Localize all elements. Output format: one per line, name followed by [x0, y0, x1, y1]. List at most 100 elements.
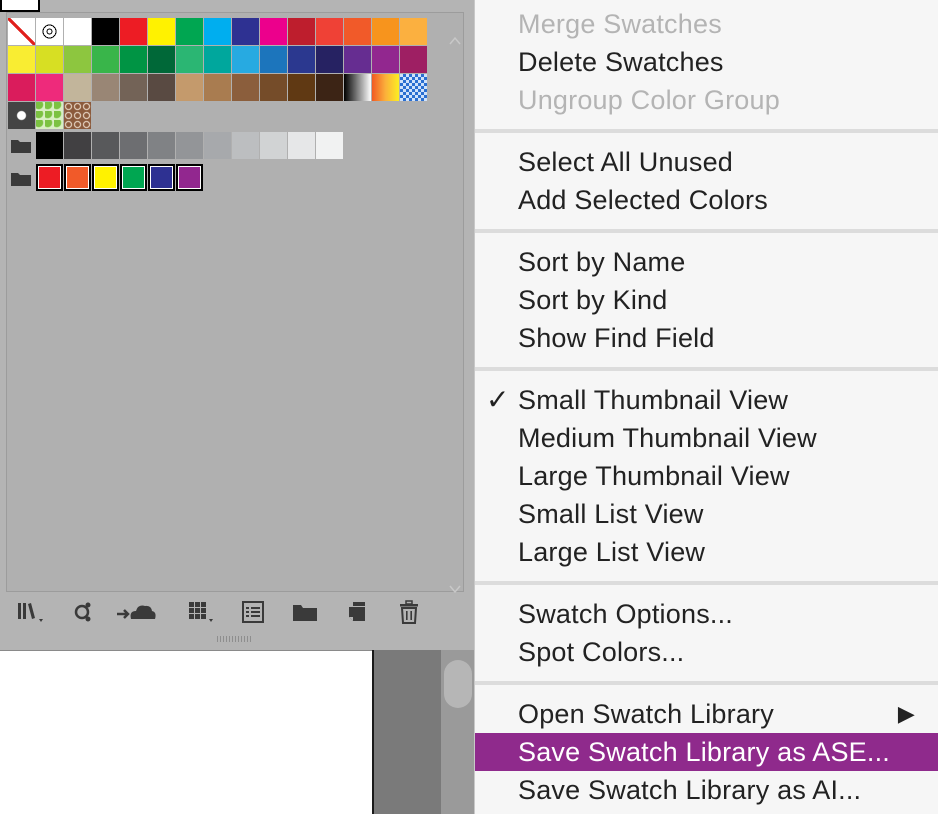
swatch-libraries-menu-icon[interactable] — [14, 598, 50, 626]
swatch-cell[interactable] — [64, 102, 91, 129]
color-group-swatch[interactable] — [64, 164, 91, 191]
menu-separator — [475, 681, 938, 685]
swatch-cell[interactable] — [120, 18, 147, 45]
swatch-cell[interactable] — [260, 46, 287, 73]
swatch-cell[interactable] — [64, 46, 91, 73]
swatch-options-grid-icon[interactable] — [184, 598, 220, 626]
gray-group-swatch[interactable] — [260, 132, 287, 159]
menu-item-large-list-view[interactable]: Large List View — [475, 533, 938, 571]
swatches-toolbar — [0, 596, 474, 632]
show-swatch-list-icon[interactable] — [238, 598, 268, 626]
gray-group-swatch[interactable] — [92, 132, 119, 159]
menu-item-show-find-field[interactable]: Show Find Field — [475, 319, 938, 357]
color-group-folder-icon[interactable] — [10, 138, 32, 154]
swatch-cell[interactable] — [36, 18, 63, 45]
add-to-cc-library-icon[interactable] — [114, 598, 158, 626]
swatch-cell[interactable] — [344, 18, 371, 45]
menu-item-small-thumbnail-view[interactable]: ✓ Small Thumbnail View — [475, 381, 938, 419]
swatch-cell[interactable] — [204, 18, 231, 45]
swatch-cell[interactable] — [36, 74, 63, 101]
swatches-panel — [0, 0, 474, 651]
swatch-cell[interactable] — [8, 46, 35, 73]
menu-item-large-thumbnail-view[interactable]: Large Thumbnail View — [475, 457, 938, 495]
new-color-group-icon[interactable] — [288, 598, 322, 626]
swatch-cell[interactable] — [64, 18, 91, 45]
menu-item-save-swatch-library-ase[interactable]: Save Swatch Library as ASE... — [475, 733, 938, 771]
color-group-swatch[interactable] — [36, 164, 63, 191]
swatch-cell[interactable] — [260, 18, 287, 45]
swatch-cell[interactable] — [8, 102, 35, 129]
swatch-cell[interactable] — [344, 74, 371, 101]
swatch-cell[interactable] — [316, 74, 343, 101]
swatch-cell[interactable] — [148, 46, 175, 73]
menu-item-delete-swatches[interactable]: Delete Swatches — [475, 43, 938, 81]
swatch-cell[interactable] — [8, 74, 35, 101]
swatch-cell[interactable] — [400, 74, 427, 101]
swatch-cell[interactable] — [148, 18, 175, 45]
menu-item-merge-swatches[interactable]: Merge Swatches — [475, 5, 938, 43]
swatch-cell[interactable] — [204, 74, 231, 101]
swatch-cell[interactable] — [176, 46, 203, 73]
gray-group-swatch[interactable] — [148, 132, 175, 159]
scroll-down-arrow-icon[interactable] — [448, 583, 462, 595]
swatch-cell[interactable] — [232, 74, 259, 101]
gray-group-swatch[interactable] — [64, 132, 91, 159]
swatch-cell[interactable] — [8, 18, 35, 45]
gray-group-swatch[interactable] — [316, 132, 343, 159]
swatch-cell[interactable] — [288, 18, 315, 45]
new-swatch-icon[interactable] — [342, 598, 372, 626]
gray-group-swatch[interactable] — [176, 132, 203, 159]
menu-item-open-swatch-library[interactable]: Open Swatch Library ▶ — [475, 695, 938, 733]
swatch-cell[interactable] — [372, 46, 399, 73]
swatch-cell[interactable] — [176, 18, 203, 45]
gray-group-swatch[interactable] — [204, 132, 231, 159]
color-group-swatch[interactable] — [120, 164, 147, 191]
color-group-swatch[interactable] — [92, 164, 119, 191]
menu-item-medium-thumbnail-view[interactable]: Medium Thumbnail View — [475, 419, 938, 457]
gray-group-swatch[interactable] — [36, 132, 63, 159]
menu-item-save-swatch-library-ai[interactable]: Save Swatch Library as AI... — [475, 771, 938, 809]
gray-group-swatch[interactable] — [120, 132, 147, 159]
gray-group-swatch[interactable] — [288, 132, 315, 159]
swatch-cell[interactable] — [288, 74, 315, 101]
menu-item-swatch-options[interactable]: Swatch Options... — [475, 595, 938, 633]
swatch-cell[interactable] — [204, 46, 231, 73]
menu-item-spot-colors[interactable]: Spot Colors... — [475, 633, 938, 671]
swatch-cell[interactable] — [316, 46, 343, 73]
menu-item-sort-by-name[interactable]: Sort by Name — [475, 243, 938, 281]
swatch-cell[interactable] — [232, 18, 259, 45]
swatch-cell[interactable] — [92, 46, 119, 73]
swatch-cell[interactable] — [120, 74, 147, 101]
swatch-cell[interactable] — [64, 74, 91, 101]
swatch-cell[interactable] — [36, 102, 63, 129]
color-group-swatch[interactable] — [148, 164, 175, 191]
color-group-folder-icon[interactable] — [10, 171, 32, 187]
menu-item-small-list-view[interactable]: Small List View — [475, 495, 938, 533]
swatch-cell[interactable] — [316, 18, 343, 45]
menu-item-sort-by-kind[interactable]: Sort by Kind — [475, 281, 938, 319]
panel-resize-grip-icon[interactable] — [215, 634, 255, 644]
swatch-cell[interactable] — [400, 46, 427, 73]
swatch-cell[interactable] — [232, 46, 259, 73]
swatch-cell[interactable] — [92, 74, 119, 101]
color-group-swatch[interactable] — [176, 164, 203, 191]
swatch-cell[interactable] — [176, 74, 203, 101]
delete-swatch-icon[interactable] — [394, 598, 424, 626]
swatch-cell[interactable] — [372, 18, 399, 45]
gray-group-swatch[interactable] — [232, 132, 259, 159]
swatch-cell[interactable] — [148, 74, 175, 101]
swatch-cell[interactable] — [92, 18, 119, 45]
menu-item-add-selected-colors[interactable]: Add Selected Colors — [475, 181, 938, 219]
canvas-scrollbar-thumb[interactable] — [444, 660, 472, 708]
scroll-up-arrow-icon[interactable] — [448, 35, 462, 47]
show-swatch-kinds-icon[interactable] — [68, 598, 98, 626]
swatch-cell[interactable] — [120, 46, 147, 73]
swatch-cell[interactable] — [400, 18, 427, 45]
swatch-cell[interactable] — [260, 74, 287, 101]
swatch-cell[interactable] — [372, 74, 399, 101]
menu-item-select-all-unused[interactable]: Select All Unused — [475, 143, 938, 181]
menu-item-ungroup-color-group[interactable]: Ungroup Color Group — [475, 81, 938, 119]
swatch-cell[interactable] — [288, 46, 315, 73]
swatch-cell[interactable] — [36, 46, 63, 73]
swatch-cell[interactable] — [344, 46, 371, 73]
